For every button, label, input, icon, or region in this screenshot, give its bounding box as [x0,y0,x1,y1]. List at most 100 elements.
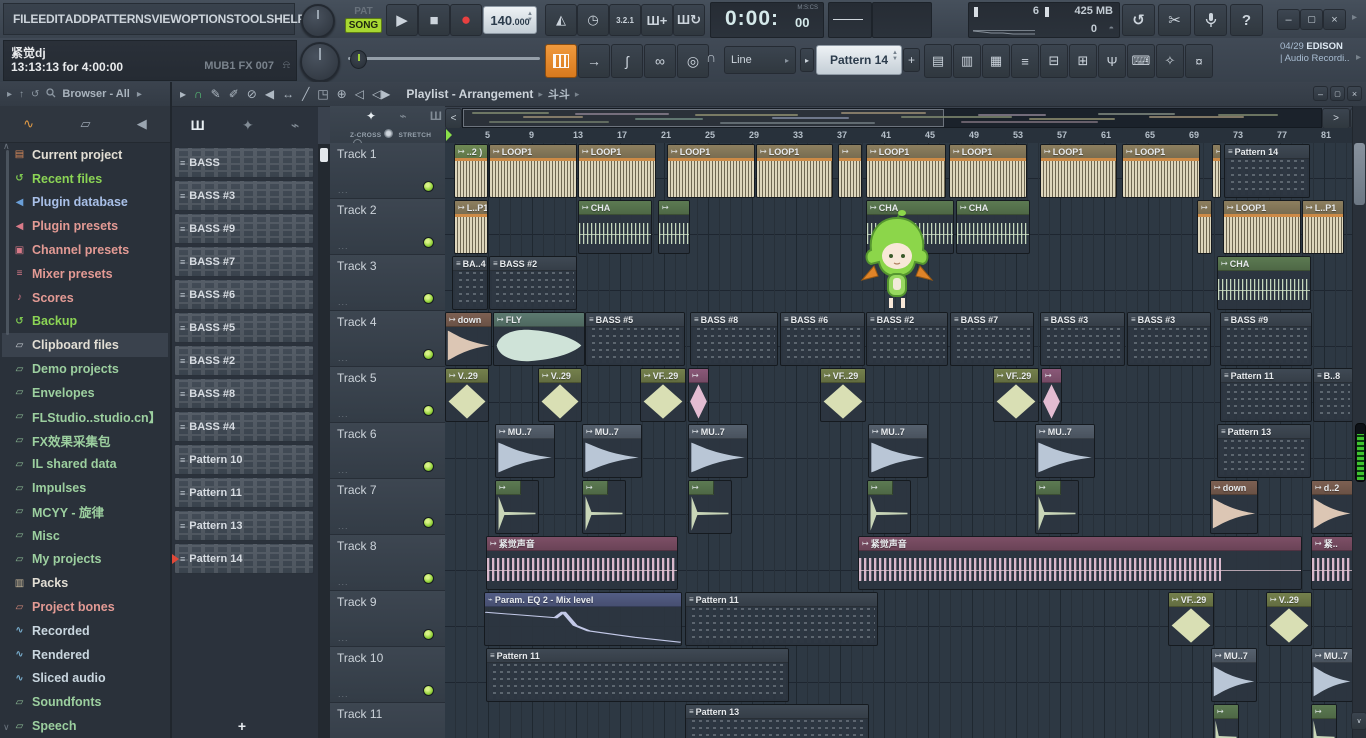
browser-menu-arrow[interactable]: ▸ [7,89,12,100]
clip-clip[interactable]: ↦ [582,480,626,534]
pattern-scrollbar-thumb[interactable] [320,148,328,162]
clip-down[interactable]: ↦down [445,312,492,366]
pattern-cell-bass-#5[interactable]: ≡BASS #5 [174,312,314,343]
clip-mu-7[interactable]: ↦MU..7 [868,424,928,478]
track-led[interactable] [423,629,434,640]
browser-up-icon[interactable]: ↑ [19,89,24,100]
pattern-cell-bass[interactable]: ≡BASS [174,147,314,178]
play-button[interactable]: ▶ [386,4,418,36]
pattern-add-button[interactable]: + [232,718,252,734]
pattern-cell-bass-#7[interactable]: ≡BASS #7 [174,246,314,277]
clip-loop1[interactable]: ↦LOOP1 [667,144,755,198]
clip-clip[interactable]: ↦ [838,144,862,198]
clip-loop1[interactable]: ↦LOOP1 [489,144,577,198]
record-button[interactable]: ● [450,4,482,36]
track-header-track-3[interactable]: Track 3... [330,255,445,311]
stop-button[interactable]: ■ [418,4,450,36]
scroll-down-button[interactable]: ∨ [1351,712,1366,730]
pattern-selector[interactable]: Pattern 14 ▲▼ [816,45,902,75]
clip-bass-#3[interactable]: ≡BASS #3 [1127,312,1211,366]
metronome-icon[interactable]: ◭ [545,4,577,36]
playlist-grid[interactable]: ↦..2 )↦LOOP1↦LOOP1↦LOOP1↦LOOP1↦↦LOOP1↦LO… [445,143,1352,738]
browser-item-rendered[interactable]: ∿Rendered [2,643,168,667]
clip-loop1[interactable]: ↦LOOP1 [1122,144,1200,198]
plugin-picker-button[interactable]: ⊞ [1069,44,1097,78]
scroll-right-button[interactable]: > [1322,108,1350,129]
playlist-minimize-button[interactable]: – [1313,86,1328,101]
clip-pattern-13[interactable]: ≡Pattern 13 [685,704,869,738]
browser-item-soundfonts[interactable]: ▱Soundfonts [2,690,168,714]
clip-v-29[interactable]: ↦V..29 [1266,592,1312,646]
menu-add[interactable]: ADD [65,12,90,26]
playlist-minimap[interactable] [462,108,1322,128]
track-options-dots[interactable]: ... [338,185,349,195]
browser-item-backup[interactable]: ↺Backup [2,310,168,334]
menu-view[interactable]: VIEW [151,12,181,26]
add-pattern-button[interactable]: + [903,48,920,72]
row2-overflow-arrow[interactable]: ▸ [1356,52,1361,63]
plugin-panel-button[interactable]: Ψ [1098,44,1126,78]
pl-tab-automation[interactable]: ⌁ [399,109,406,123]
clip-mu-7[interactable]: ↦MU..7 [1035,424,1095,478]
browser-title-arrow[interactable]: ▸ [137,89,142,100]
browser-scroll-down-icon[interactable]: ∨ [3,722,10,733]
browser-item-channel-presets[interactable]: ▣Channel presets [2,238,168,262]
clip-紧-[interactable]: ↦紧.. [1311,536,1352,590]
slice-tool-icon[interactable]: ╱ [302,87,309,101]
slip-tool-icon[interactable]: ↔ [282,87,294,101]
pattern-cell-pattern-13[interactable]: ≡Pattern 13 [174,510,314,541]
track-options-dots[interactable]: ... [338,353,349,363]
browser-undo-icon[interactable]: ↺ [31,89,39,100]
loop-record-icon[interactable]: Ш+ [641,4,673,36]
clip-v-29[interactable]: ↦V..29 [445,368,489,422]
scroll-left-button[interactable]: < [445,108,462,129]
clip-pattern-11[interactable]: ≡Pattern 11 [486,648,789,702]
track-header-track-10[interactable]: Track 10... [330,647,445,703]
track-led[interactable] [423,181,434,192]
zcross-radio[interactable] [384,129,393,138]
clip-clip[interactable]: ↦ [1212,144,1221,198]
track-options-dots[interactable]: ... [338,409,349,419]
playlist-maximize-button[interactable]: ▢ [1330,86,1345,101]
pattern-cell-bass-#9[interactable]: ≡BASS #9 [174,213,314,244]
pattern-tab-automation[interactable]: ⌁ [291,117,299,134]
clip-bass-#8[interactable]: ≡BASS #8 [690,312,778,366]
clip-b-8[interactable]: ≡B..8 [1313,368,1352,422]
track-header-track-11[interactable]: Track 11... [330,703,445,738]
play-position-marker[interactable] [446,129,452,141]
track-led[interactable] [423,405,434,416]
track-header-track-8[interactable]: Track 8... [330,535,445,591]
track-led[interactable] [423,461,434,472]
clip-cha[interactable]: ↦CHA [956,200,1030,254]
clip-ba-4[interactable]: ≡BA..4 [452,256,488,310]
master-pitch-slider[interactable] [348,57,540,60]
track-led[interactable] [423,685,434,696]
timeline-ruler[interactable]: 59131721252933374145495357616569737781 [445,128,1352,144]
shop-button[interactable]: ¤ [1185,44,1213,78]
clip-bass-#2[interactable]: ≡BASS #2 [489,256,577,310]
playlist-vscrollbar-thumb[interactable] [1354,143,1365,205]
browser-item-envelopes[interactable]: ▱Envelopes [2,381,168,405]
pattern-tab-patterns[interactable]: Ш [191,117,205,133]
clip-cha[interactable]: ↦CHA [578,200,652,254]
track-options-dots[interactable]: ... [338,633,349,643]
clip-clip[interactable]: ↦ [688,480,732,534]
clip-param-eq-2-mix-level[interactable]: ⌁Param. EQ 2 - Mix level [484,592,682,646]
clip-紧觉声音[interactable]: ↦紧觉声音 [486,536,678,590]
pl-tab-patterns[interactable]: Ш [430,109,442,123]
mute-tool-icon[interactable]: ◀ [265,87,274,101]
delete-tool-icon[interactable]: ⊘ [247,87,257,101]
browser-item-packs[interactable]: ▥Packs [2,571,168,595]
browser-tab-plugins[interactable]: ◀ [137,116,147,132]
browser-item-recorded[interactable]: ∿Recorded [2,619,168,643]
browser-item-plugin-presets[interactable]: ◀Plugin presets [2,214,168,238]
browser-item-sliced-audio[interactable]: ∿Sliced audio [2,667,168,691]
help-icon[interactable]: ? [1230,4,1263,36]
menu-tools[interactable]: TOOLS [234,12,274,26]
browser-item-mixer-presets[interactable]: ≡Mixer presets [2,262,168,286]
song-label[interactable]: SONG [345,18,382,33]
browser-item-il-shared-data[interactable]: ▱IL shared data [2,452,168,476]
minimize-button[interactable]: – [1277,9,1300,30]
clip-clip[interactable]: ↦ [658,200,690,254]
snap-magnet-icon[interactable]: ∩ [194,87,203,101]
